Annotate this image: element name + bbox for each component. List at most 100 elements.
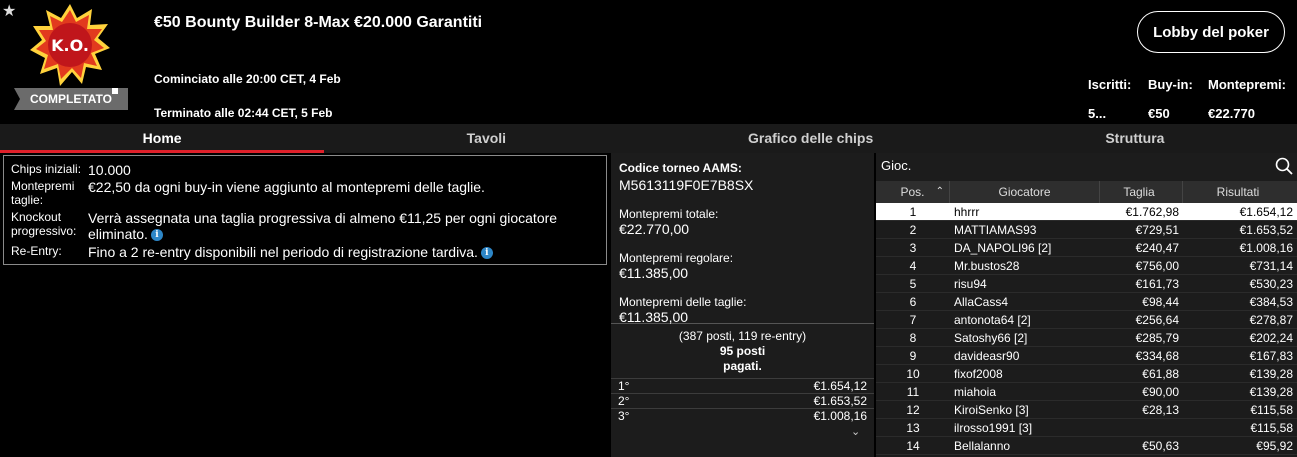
- player-position: 7: [909, 313, 917, 327]
- column-header-bounty[interactable]: Taglia: [1100, 181, 1183, 203]
- player-name: davideasr90: [954, 349, 1020, 363]
- table-row[interactable]: 11 miahoia €90,00 €139,28: [876, 383, 1297, 401]
- prizepool-label: Montepremi:: [1208, 77, 1286, 92]
- table-row[interactable]: 10 fixof2008 €61,88 €139,28: [876, 365, 1297, 383]
- aams-code: M5613119F0E7B8SX: [619, 177, 754, 193]
- lobby-button[interactable]: Lobby del poker: [1137, 11, 1285, 53]
- player-name: ilrosso1991 [3]: [954, 421, 1033, 435]
- player-bounty: €756,00: [1135, 259, 1179, 273]
- tab-home[interactable]: Home: [0, 124, 325, 153]
- bounty-pool-label: Montepremi taglie:: [11, 179, 75, 207]
- column-header-position[interactable]: Pos. ⌃: [876, 181, 950, 203]
- info-icon[interactable]: i: [480, 247, 493, 260]
- table-row[interactable]: 7 antonota64 [2] €256,64 €278,87: [876, 311, 1297, 329]
- payout-amount: €1.653,52: [813, 394, 867, 408]
- entrants-value: 5...: [1088, 106, 1107, 121]
- knockout-label: Knockout progressivo:: [11, 210, 77, 238]
- player-name: DA_NAPOLI96 [2]: [954, 241, 1052, 255]
- player-name: AllaCass4: [954, 295, 1009, 309]
- payout-list[interactable]: 1° €1.654,12 2° €1.653,52 3° €1.008,16: [611, 378, 874, 423]
- badge-text: K.O.: [51, 36, 89, 55]
- player-result: €115,58: [1250, 421, 1294, 435]
- players-table-body: 1 hhrrr €1.762,98 €1.654,12 2 MATTIAMAS93 €729…: [876, 203, 1297, 455]
- bounty-pool-value: €22,50 da ogni buy-in viene aggiunto al …: [88, 179, 485, 195]
- column-label: Pos.: [900, 185, 925, 199]
- player-name: hhrrr: [954, 205, 980, 219]
- posts-paid-suffix: pagati.: [723, 359, 762, 373]
- player-bounty: €50,63: [1142, 439, 1179, 453]
- payout-row: 1° €1.654,12: [611, 378, 874, 393]
- tab-structure[interactable]: Struttura: [973, 124, 1297, 153]
- payout-row: 2° €1.653,52: [611, 393, 874, 408]
- player-name: Bellalanno: [954, 439, 1011, 453]
- prizepool-value: €22.770: [1208, 106, 1255, 121]
- end-time: Terminato alle 02:44 CET, 5 Feb: [154, 106, 333, 120]
- tab-tables[interactable]: Tavoli: [324, 124, 648, 153]
- player-result: €384,53: [1249, 295, 1293, 309]
- player-name: antonota64 [2]: [954, 313, 1031, 327]
- tournament-badge: K.O. COMPLETATO: [14, 4, 128, 110]
- table-row[interactable]: 3 DA_NAPOLI96 [2] €240,47 €1.008,16: [876, 239, 1297, 257]
- player-result: €731,14: [1249, 259, 1293, 273]
- table-row[interactable]: 4 Mr.bustos28 €756,00 €731,14: [876, 257, 1297, 275]
- table-row[interactable]: 8 Satoshy66 [2] €285,79 €202,24: [876, 329, 1297, 347]
- player-position: 2: [909, 223, 917, 237]
- table-row[interactable]: 14 Bellalanno €50,63 €95,92: [876, 437, 1297, 455]
- player-position: 11: [906, 385, 920, 399]
- search-label: Gioc.: [881, 158, 912, 173]
- player-result: €1.654,12: [1239, 205, 1293, 219]
- player-result: €115,58: [1250, 403, 1294, 417]
- chips-label: Chips iniziali:: [11, 162, 82, 176]
- player-result: €139,28: [1249, 385, 1293, 399]
- info-icon[interactable]: i: [150, 229, 163, 242]
- table-row[interactable]: 9 davideasr90 €334,68 €167,83: [876, 347, 1297, 365]
- column-header-player[interactable]: Giocatore: [950, 181, 1100, 203]
- player-name: miahoia: [954, 385, 997, 399]
- status-badge: COMPLETATO: [14, 88, 128, 110]
- player-result: €167,83: [1249, 349, 1293, 363]
- payout-place: 2°: [618, 394, 630, 408]
- player-bounty: €161,73: [1135, 277, 1179, 291]
- paid-places-summary: (387 posti, 119 re-entry) 95 posti pagat…: [611, 324, 874, 374]
- tab-bar: Home Tavoli Grafico delle chips Struttur…: [0, 124, 1297, 153]
- column-header-results[interactable]: Risultati: [1183, 181, 1297, 203]
- tournament-title: €50 Bounty Builder 8-Max €20.000 Garanti…: [154, 14, 483, 31]
- player-position: 9: [909, 349, 917, 363]
- knockout-burst-icon: K.O.: [30, 4, 110, 86]
- posts-total: (387 posti, 119 re-entry): [678, 329, 807, 343]
- search-icon[interactable]: [1274, 156, 1294, 176]
- table-row[interactable]: 2 MATTIAMAS93 €729,51 €1.653,52: [876, 221, 1297, 239]
- table-row[interactable]: 5 risu94 €161,73 €530,23: [876, 275, 1297, 293]
- bounty-prize-label: Montepremi delle taglie:: [619, 295, 747, 309]
- tournament-info-panel: Chips iniziali: 10.000 Montepremi taglie…: [3, 155, 607, 265]
- player-position: 12: [906, 403, 920, 417]
- payout-amount: €1.008,16: [813, 409, 867, 423]
- player-bounty: €90,00: [1142, 385, 1179, 399]
- payout-place: 1°: [618, 379, 630, 393]
- player-search-bar[interactable]: Gioc.: [876, 153, 1297, 181]
- player-name: Mr.bustos28: [954, 259, 1020, 273]
- player-name: Satoshy66 [2]: [954, 331, 1028, 345]
- table-row[interactable]: 1 hhrrr €1.762,98 €1.654,12: [876, 203, 1297, 221]
- player-bounty: €98,44: [1142, 295, 1179, 309]
- regular-prize-label: Montepremi regolare:: [619, 251, 734, 265]
- prize-summary-panel: Codice torneo AAMS: M5613119F0E7B8SX Mon…: [611, 153, 874, 457]
- player-result: €202,24: [1249, 331, 1293, 345]
- player-name: fixof2008: [954, 367, 1003, 381]
- chips-value: 10.000: [88, 162, 131, 178]
- table-row[interactable]: 13 ilrosso1991 [3] €115,58: [876, 419, 1297, 437]
- buyin-value: €50: [1148, 106, 1170, 121]
- table-row[interactable]: 6 AllaCass4 €98,44 €384,53: [876, 293, 1297, 311]
- table-row[interactable]: 12 KiroiSenko [3] €28,13 €115,58: [876, 401, 1297, 419]
- player-result: €95,92: [1256, 439, 1293, 453]
- posts-paid: 95 posti: [719, 344, 766, 358]
- players-panel: Gioc. Pos. ⌃ Giocatore Taglia Risultati 1…: [876, 153, 1297, 457]
- player-bounty: [1100, 419, 1183, 436]
- sort-up-icon: ⌃: [935, 186, 944, 197]
- player-position: 13: [906, 421, 920, 435]
- player-bounty: €1.762,98: [1125, 205, 1179, 219]
- reentry-description: Fino a 2 re-entry disponibili nel period…: [88, 244, 599, 260]
- tournament-header: ★ K.O. COMPLETATO €50 Bounty Builder 8-M…: [0, 0, 1297, 124]
- tab-chip-graph[interactable]: Grafico delle chips: [649, 124, 973, 153]
- chevron-down-icon[interactable]: ⌄: [851, 425, 860, 438]
